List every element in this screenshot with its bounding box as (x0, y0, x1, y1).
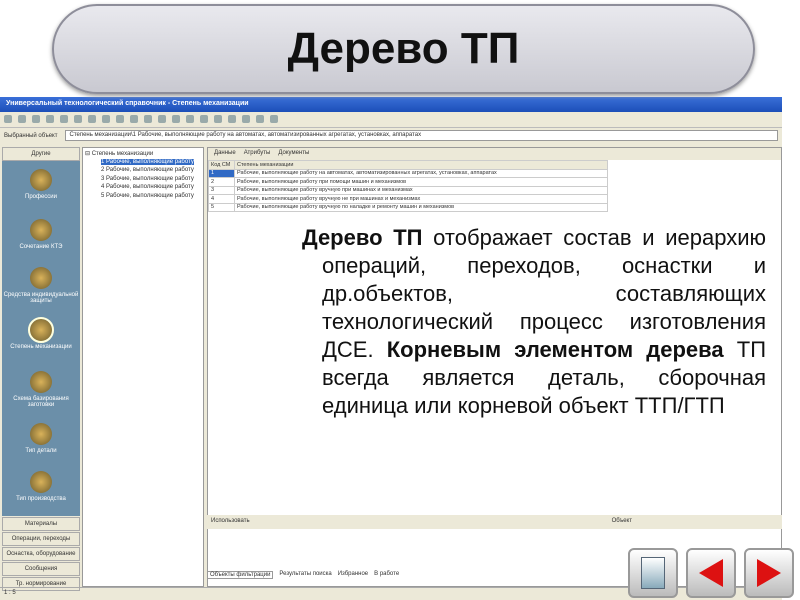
toolbar-icon[interactable] (88, 115, 96, 123)
toolbar-icon[interactable] (102, 115, 110, 123)
basing-icon (30, 371, 52, 393)
sidebar-item-mechanization[interactable]: Степень механизации (2, 317, 80, 350)
toolbar (0, 112, 782, 128)
usage-header: Использовать Объект (207, 515, 782, 529)
tab-favorites[interactable]: Избранное (338, 571, 368, 579)
arrow-right-icon (757, 559, 781, 587)
arrow-left-icon (699, 559, 723, 587)
professions-icon (30, 169, 52, 191)
toolbar-icon[interactable] (228, 115, 236, 123)
sidebar-button-tooling[interactable]: Оснастка, оборудование (2, 547, 80, 561)
sidebar-button-messages[interactable]: Сообщения (2, 562, 80, 576)
description-text: Дерево ТП отображает состав и иерархию о… (302, 220, 772, 475)
toolbar-icon[interactable] (74, 115, 82, 123)
window-title: Универсальный технологический справочник… (0, 97, 782, 112)
table-row[interactable]: 2 Рабочие, выполняющие работу при помощи … (208, 177, 608, 187)
tree-item[interactable]: 1 Рабочие, выполняющие работу (85, 158, 201, 168)
toolbar-icon[interactable] (242, 115, 250, 123)
column-object[interactable]: Объект (612, 518, 632, 529)
toolbar-icon[interactable] (60, 115, 68, 123)
tree-panel: ⊟ Степень механизации 1 Рабочие, выполня… (82, 147, 204, 587)
mechanization-icon (28, 317, 54, 343)
sidebar-item-basing[interactable]: Схема базирования заготовки (2, 371, 80, 408)
toolbar-icon[interactable] (214, 115, 222, 123)
toolbar-icon[interactable] (18, 115, 26, 123)
tab-in-work[interactable]: В работе (374, 571, 399, 579)
tree-item[interactable]: 4 Рабочие, выполняющие работу (85, 184, 201, 193)
sidebar-item-professions[interactable]: Профессии (2, 169, 80, 200)
slide-title: Дерево ТП (287, 24, 520, 73)
toolbar-icon[interactable] (256, 115, 264, 123)
toolbar-icon[interactable] (144, 115, 152, 123)
sidebar-group-other[interactable]: Другие (2, 147, 80, 161)
sidebar-button-materials[interactable]: Материалы (2, 517, 80, 531)
table-row[interactable]: 5 Рабочие, выполняющие работу вручную по … (208, 202, 608, 212)
tree-item[interactable]: 2 Рабочие, выполняющие работу (85, 167, 201, 176)
selected-object-row: Выбранный объект Степень механизации\1 Р… (0, 128, 782, 143)
toolbar-icon[interactable] (158, 115, 166, 123)
toolbar-icon[interactable] (270, 115, 278, 123)
data-table: Код СМ Степень механизации 1 Рабочие, выпо… (208, 160, 608, 212)
home-button[interactable] (628, 548, 678, 598)
sidebar-item-kte[interactable]: Сочетание КТЭ (2, 219, 80, 250)
toolbar-icon[interactable] (130, 115, 138, 123)
tab-search-results[interactable]: Результаты поиска (279, 571, 331, 579)
production-type-icon (30, 471, 52, 493)
selected-object-label: Выбранный объект (4, 132, 58, 139)
sidebar-button-operations[interactable]: Операции, переходы (2, 532, 80, 546)
toolbar-icon[interactable] (46, 115, 54, 123)
toolbar-icon[interactable] (116, 115, 124, 123)
ppe-icon (30, 267, 52, 289)
tree-root[interactable]: ⊟ Степень механизации (85, 150, 201, 159)
tab-attributes[interactable]: Атрибуты (244, 150, 271, 158)
column-use[interactable]: Использовать (211, 518, 250, 529)
column-header[interactable]: Степень механизации (234, 160, 608, 170)
toolbar-icon[interactable] (4, 115, 12, 123)
toolbar-icon[interactable] (32, 115, 40, 123)
tab-filter-objects[interactable]: Объекты фильтрации (207, 571, 274, 579)
table-row[interactable]: 3 Рабочие, выполняющие работу вручную при… (208, 185, 608, 195)
sidebar-item-part-type[interactable]: Тип детали (2, 423, 80, 454)
column-header[interactable]: Код СМ (208, 160, 235, 170)
toolbar-icon[interactable] (200, 115, 208, 123)
next-button[interactable] (744, 548, 794, 598)
kte-icon (30, 219, 52, 241)
table-row[interactable]: 4 Рабочие, выполняющие работу вручную не … (208, 194, 608, 204)
tab-documents[interactable]: Документы (278, 150, 309, 158)
toolbar-icon[interactable] (172, 115, 180, 123)
prev-button[interactable] (686, 548, 736, 598)
part-type-icon (30, 423, 52, 445)
document-icon (641, 557, 665, 589)
toolbar-icon[interactable] (186, 115, 194, 123)
tab-data[interactable]: Данные (214, 150, 236, 158)
tree-item[interactable]: 3 Рабочие, выполняющие работу (85, 176, 201, 185)
sidebar-item-ppe[interactable]: Средства индивидуальной защиты (2, 267, 80, 304)
bottom-tabs: Объекты фильтрации Результаты поиска Изб… (207, 571, 399, 579)
tree-item[interactable]: 5 Рабочие, выполняющие работу (85, 193, 201, 202)
sidebar: Другие Профессии Сочетание КТЭ Средства … (2, 147, 80, 591)
table-row[interactable]: 1 Рабочие, выполняющие работу на автомата… (208, 168, 608, 178)
slide-title-banner: Дерево ТП (52, 4, 755, 94)
sidebar-item-production-type[interactable]: Тип производства (2, 471, 80, 502)
selected-object-field[interactable]: Степень механизации\1 Рабочие, выполняющ… (65, 130, 778, 141)
